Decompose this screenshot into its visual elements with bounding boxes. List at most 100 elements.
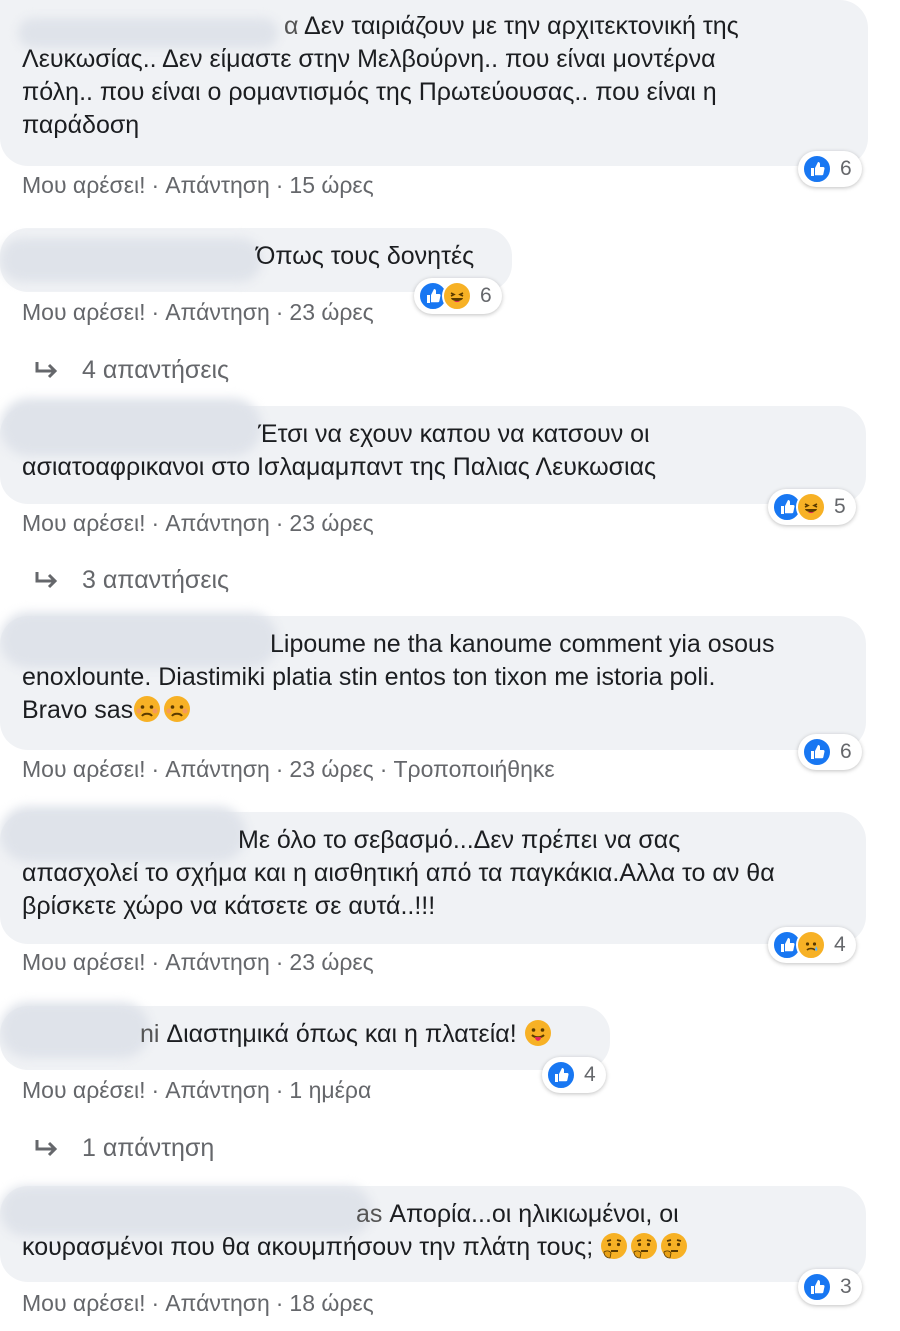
separator-dot: · (275, 299, 284, 325)
like-link[interactable]: Μου αρέσει! (22, 299, 146, 325)
separator-dot: · (275, 510, 284, 536)
haha-reaction-icon (796, 492, 826, 522)
timestamp-link[interactable]: 23 ώρες (289, 510, 373, 536)
reaction-count: 4 (834, 933, 846, 956)
like-reaction-icon (802, 1272, 832, 1302)
like-link[interactable]: Μου αρέσει! (22, 756, 146, 782)
timestamp-link[interactable]: 15 ώρες (289, 172, 373, 198)
author-name-fragment: ni (140, 1020, 160, 1048)
reply-link[interactable]: Απάντηση (165, 756, 270, 782)
reaction-summary[interactable]: 3 (798, 1269, 862, 1305)
haha-reaction-icon (442, 281, 472, 311)
comment-text: as Απορία...οι ηλικιωμένοι, οι κουρασμέν… (22, 1198, 846, 1264)
sad-reaction-icon (796, 930, 826, 960)
worried-face-icon (164, 696, 191, 722)
like-reaction-icon (802, 154, 832, 184)
comment-actions: Μου αρέσει! · Απάντηση · 18 ώρες (22, 1290, 374, 1317)
comment-line: Lipoume ne tha kanoume comment yia osous (270, 630, 775, 658)
thinking-face-icon (631, 1233, 658, 1259)
comment-line: Δεν ταιριάζουν με την αρχιτεκτονική της (304, 12, 739, 40)
separator-dot: · (151, 299, 160, 325)
reaction-summary[interactable]: 6 (798, 151, 862, 187)
separator-dot: · (151, 510, 160, 536)
separator-dot: · (151, 172, 160, 198)
view-replies-link[interactable]: 3 απαντήσεις (34, 566, 229, 595)
separator-dot: · (275, 1077, 284, 1103)
replies-count-label: 1 απάντηση (82, 1134, 215, 1162)
author-name-fragment: α (284, 12, 299, 40)
separator-dot: · (275, 949, 284, 975)
like-link[interactable]: Μου αρέσει! (22, 1290, 146, 1316)
reply-link[interactable]: Απάντηση (165, 172, 270, 198)
timestamp-link[interactable]: 23 ώρες (289, 949, 373, 975)
comment-text: α Δεν ταιριάζουν με την αρχιτεκτονική τη… (22, 10, 848, 142)
comment-actions: Μου αρέσει! · Απάντηση · 23 ώρες (22, 949, 374, 976)
separator-dot: · (151, 1077, 160, 1103)
reaction-count: 3 (840, 1275, 852, 1298)
comment-line: πόλη.. που είναι ο ρομαντισμός της Πρωτε… (22, 78, 717, 106)
like-link[interactable]: Μου αρέσει! (22, 949, 146, 975)
reply-link[interactable]: Απάντηση (165, 1290, 270, 1316)
reply-link[interactable]: Απάντηση (165, 949, 270, 975)
like-link[interactable]: Μου αρέσει! (22, 510, 146, 536)
comment-line: Έτσι να εχουν καπου να κατσουν οι (258, 420, 650, 448)
separator-dot: · (151, 756, 160, 782)
comment-text: Έτσι να εχουν καπου να κατσουν οι ασιατο… (22, 418, 846, 484)
like-reaction-icon (546, 1060, 576, 1090)
comment-bubble: as Απορία...οι ηλικιωμένοι, οι κουρασμέν… (0, 1186, 866, 1282)
like-link[interactable]: Μου αρέσει! (22, 1077, 146, 1103)
comment-line: Bravo sas (22, 696, 134, 724)
comment-line: παράδοση (22, 111, 140, 139)
worried-face-icon (134, 696, 161, 722)
timestamp-link[interactable]: 23 ώρες (289, 756, 373, 782)
reaction-summary[interactable]: 5 (768, 489, 856, 525)
view-replies-link[interactable]: 1 απάντηση (34, 1134, 214, 1163)
separator-dot: · (275, 1290, 284, 1316)
comment-line: Απορία...οι ηλικιωμένοι, οι (389, 1200, 679, 1228)
thinking-face-icon (601, 1233, 628, 1259)
reaction-count: 6 (840, 740, 852, 763)
comment-actions: Μου αρέσει! · Απάντηση · 1 ημέρα (22, 1077, 371, 1104)
replies-count-label: 3 απαντήσεις (82, 566, 230, 594)
author-name-fragment: as (356, 1200, 383, 1228)
comment-line: κουρασμένοι που θα ακουμπήσουν την πλάτη… (22, 1233, 594, 1261)
comment-bubble: Έτσι να εχουν καπου να κατσουν οι ασιατο… (0, 398, 866, 504)
separator-dot: · (151, 1290, 160, 1316)
timestamp-link[interactable]: 23 ώρες (289, 299, 373, 325)
comment-line: Λευκωσίας.. Δεν είμαστε στην Μελβούρνη..… (22, 45, 716, 73)
reply-link[interactable]: Απάντηση (165, 299, 270, 325)
reply-link[interactable]: Απάντηση (165, 510, 270, 536)
comment-bubble: Με όλο το σεβασμό...Δεν πρέπει να σας απ… (0, 806, 866, 944)
like-reaction-icon (802, 737, 832, 767)
comment-line: Όπως τους δονητές (256, 242, 475, 270)
reply-arrow-icon (35, 1139, 58, 1156)
reaction-summary[interactable]: 4 (542, 1057, 606, 1093)
separator-dot: · (275, 172, 284, 198)
reaction-count: 4 (584, 1063, 596, 1086)
comment-line: Διαστημικά όπως και η πλατεία! (166, 1020, 517, 1048)
reply-link[interactable]: Απάντηση (165, 1077, 270, 1103)
thinking-face-icon (661, 1233, 688, 1259)
view-replies-link[interactable]: 4 απαντήσεις (34, 356, 229, 385)
replies-count-label: 4 απαντήσεις (82, 356, 230, 384)
reaction-summary[interactable]: 4 (768, 927, 856, 963)
comment-text: Με όλο το σεβασμό...Δεν πρέπει να σας απ… (22, 824, 846, 923)
timestamp-link[interactable]: 18 ώρες (289, 1290, 373, 1316)
reaction-summary[interactable]: 6 (414, 278, 502, 314)
separator-dot: · (151, 949, 160, 975)
timestamp-link[interactable]: 1 ημέρα (289, 1077, 371, 1103)
reaction-summary[interactable]: 6 (798, 734, 862, 770)
comment-line: ασιατοαφρικανοι στο Ισλαμαμπαντ της Παλι… (22, 453, 657, 481)
comment-text: Lipoume ne tha kanoume comment yia osous… (22, 628, 846, 727)
reaction-count: 6 (840, 157, 852, 180)
tongue-out-face-icon (524, 1020, 551, 1046)
comment-bubble: ni Διαστημικά όπως και η πλατεία! (0, 1002, 610, 1070)
separator-dot: · (379, 756, 388, 782)
like-link[interactable]: Μου αρέσει! (22, 172, 146, 198)
reaction-count: 5 (834, 495, 846, 518)
comment-bubble: α Δεν ταιριάζουν με την αρχιτεκτονική τη… (0, 0, 868, 166)
comment-actions: Μου αρέσει! · Απάντηση · 15 ώρες (22, 172, 374, 199)
edited-label[interactable]: Τροποποιήθηκε (393, 756, 554, 782)
comment-text: ni Διαστημικά όπως και η πλατεία! (22, 1018, 590, 1051)
reply-arrow-icon (35, 361, 58, 378)
